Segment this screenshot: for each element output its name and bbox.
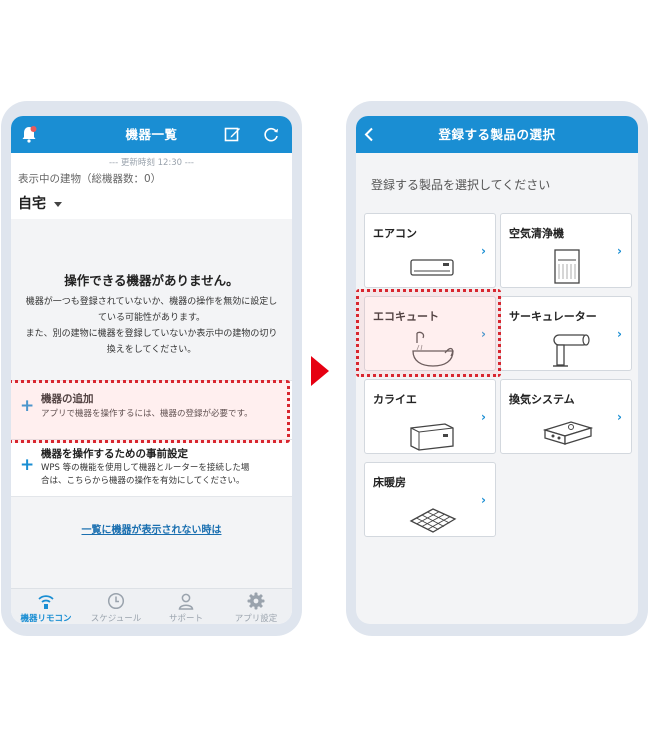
tab-app-settings[interactable]: アプリ設定	[221, 589, 291, 624]
gear-icon	[247, 592, 265, 614]
help-link[interactable]: 一覧に機器が表示されない時は	[11, 521, 292, 536]
select-hint: 登録する製品を選択してください	[371, 178, 551, 192]
pre-setup-desc-line: 合は、こちらから機器の操作を有効にしてください。	[41, 476, 245, 486]
product-air-purifier[interactable]: 空気清浄機 ›	[500, 213, 632, 288]
phone-frame-right: 登録する製品の選択 登録する製品を選択してください エアコン › 空気清浄機 ›	[346, 101, 648, 636]
chevron-right-icon: ›	[481, 493, 486, 507]
tab-schedule[interactable]: スケジュール	[81, 589, 151, 624]
highlight-box	[356, 289, 501, 377]
header-bar: 登録する製品の選択	[356, 116, 638, 153]
pre-setup-item[interactable]: + 機器を操作するための事前設定 WPS 等の機能を使用して機器とルーターを接続…	[11, 441, 292, 497]
plus-icon: +	[20, 455, 35, 475]
building-selected: 自宅	[18, 196, 46, 212]
floor-heating-icon	[409, 508, 457, 533]
tab-label: 機器リモコン	[20, 614, 72, 624]
highlight-box	[11, 380, 290, 443]
wifi-icon	[37, 592, 55, 614]
product-name: 空気清浄機	[509, 227, 564, 240]
empty-message-line: 換えをしてください。	[106, 345, 197, 355]
edit-icon[interactable]	[224, 126, 241, 147]
chevron-right-icon: ›	[617, 410, 622, 424]
product-ventilation[interactable]: 換気システム ›	[500, 379, 632, 454]
air-purifier-icon	[554, 249, 580, 284]
phone-frame-left: 機器一覧 --- 更新時刻 12:30 --- 表示中の建物（総機器数：0） 自…	[1, 101, 302, 636]
product-air-conditioner[interactable]: エアコン ›	[364, 213, 496, 288]
circulator-icon	[553, 334, 590, 367]
clock-icon	[107, 592, 125, 614]
next-step-arrow	[311, 356, 329, 386]
page-title: 機器一覧	[125, 127, 178, 142]
pre-setup-desc-line: WPS 等の機能を使用して機器とルーターを接続した場	[41, 463, 250, 473]
tab-label: サポート	[168, 614, 203, 624]
updated-time: --- 更新時刻 12:30 ---	[108, 158, 194, 168]
product-select-screen: 登録する製品の選択 登録する製品を選択してください エアコン › 空気清浄機 ›	[356, 116, 638, 624]
ventilation-icon	[542, 421, 594, 445]
building-label: 表示中の建物（総機器数：0）	[18, 173, 162, 185]
chevron-right-icon: ›	[617, 244, 622, 258]
building-selector[interactable]: 自宅	[18, 193, 62, 213]
tab-label: スケジュール	[90, 614, 142, 624]
product-name: エアコン	[373, 227, 417, 240]
chevron-right-icon: ›	[481, 410, 486, 424]
empty-message-line: 機器が一つも登録されていないか、機器の操作を無効に設定し	[25, 297, 278, 307]
pre-setup-desc: WPS 等の機能を使用して機器とルーターを接続した場 合は、こちらから機器の操作…	[41, 462, 282, 488]
tab-remote[interactable]: 機器リモコン	[11, 589, 81, 624]
product-name: 換気システム	[509, 393, 575, 406]
product-floor-heating[interactable]: 床暖房 ›	[364, 462, 496, 537]
tab-label: アプリ設定	[234, 614, 278, 624]
tab-bar: 機器リモコン スケジュール サポート アプリ設定	[11, 588, 292, 624]
product-name: 床暖房	[373, 476, 406, 489]
person-icon	[177, 592, 195, 614]
empty-message-line: また、別の建物に機器を登録していないか表示中の建物の切り	[25, 329, 278, 339]
product-circulator[interactable]: サーキュレーター ›	[500, 296, 632, 371]
empty-message-line: ている可能性があります。	[97, 313, 206, 323]
empty-message: 機器が一つも登録されていないか、機器の操作を無効に設定し ている可能性があります…	[17, 294, 286, 358]
air-conditioner-icon	[410, 259, 454, 276]
page-title: 登録する製品の選択	[438, 127, 556, 142]
chevron-down-icon	[54, 201, 62, 207]
header-bar: 機器一覧	[11, 116, 292, 153]
tab-support[interactable]: サポート	[151, 589, 221, 624]
chevron-right-icon: ›	[481, 244, 486, 258]
refresh-icon[interactable]	[263, 126, 280, 147]
device-list-screen: 機器一覧 --- 更新時刻 12:30 --- 表示中の建物（総機器数：0） 自…	[11, 116, 292, 624]
pre-setup-title: 機器を操作するための事前設定	[41, 448, 188, 460]
product-name: カライエ	[373, 393, 417, 406]
product-karaie[interactable]: カライエ ›	[364, 379, 496, 454]
karaie-icon	[410, 423, 454, 451]
product-name: サーキュレーター	[509, 310, 597, 323]
chevron-right-icon: ›	[617, 327, 622, 341]
empty-title: 操作できる機器がありません。	[64, 273, 239, 288]
